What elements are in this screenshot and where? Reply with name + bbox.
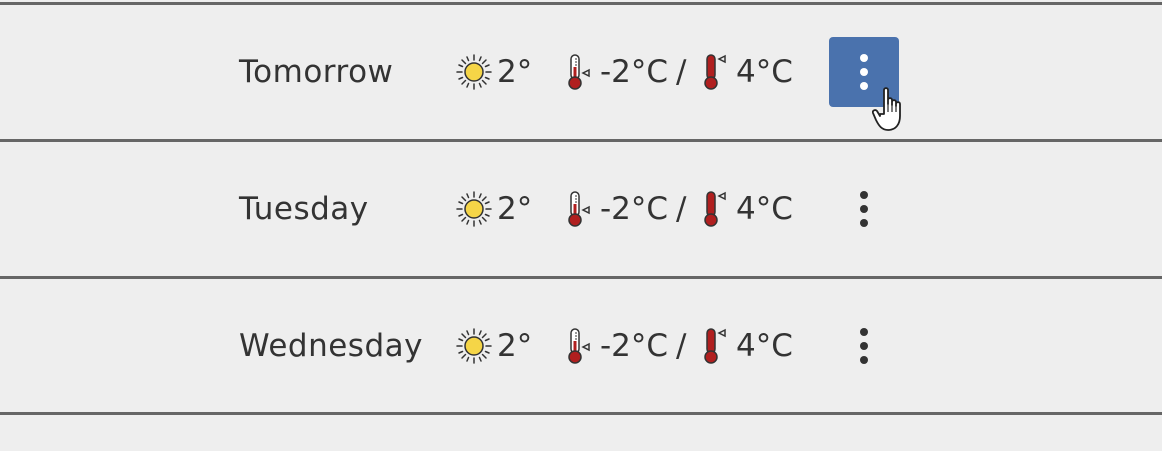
more-vertical-icon-dot	[860, 342, 868, 350]
temp-high: 4°C	[736, 328, 793, 364]
more-vertical-icon-dot	[860, 356, 868, 364]
more-vertical-icon	[860, 191, 868, 199]
uv-value: 2°	[497, 328, 533, 364]
temp-high: 4°C	[736, 54, 793, 90]
more-vertical-icon-dot	[860, 219, 868, 227]
more-vertical-icon-dot	[860, 205, 868, 213]
temp-low: -2°C	[600, 191, 669, 227]
temp-low: -2°C	[600, 328, 669, 364]
more-options-button[interactable]	[829, 174, 899, 244]
uv-value: 2°	[497, 191, 533, 227]
day-label: Tomorrow	[239, 54, 394, 90]
more-vertical-icon	[860, 54, 868, 62]
forecast-row-tomorrow: Tomorrow 2° -2°C / 4°C	[0, 5, 1162, 139]
more-options-button[interactable]	[829, 311, 899, 381]
thermometer-high-icon	[704, 54, 726, 90]
day-label: Wednesday	[239, 328, 423, 364]
temp-separator: /	[676, 191, 687, 227]
thermometer-low-icon	[568, 191, 590, 227]
more-vertical-icon-dot	[860, 68, 868, 76]
row-divider	[0, 412, 1162, 415]
thermometer-high-icon	[704, 191, 726, 227]
sun-icon	[456, 54, 492, 90]
temp-high: 4°C	[736, 191, 793, 227]
thermometer-low-icon	[568, 54, 590, 90]
thermometer-low-icon	[568, 328, 590, 364]
sun-icon	[456, 328, 492, 364]
more-options-button[interactable]	[829, 37, 899, 107]
uv-value: 2°	[497, 54, 533, 90]
temp-low: -2°C	[600, 54, 669, 90]
forecast-row-wednesday: Wednesday 2° -2°C / 4°C	[0, 279, 1162, 413]
temp-separator: /	[676, 54, 687, 90]
sun-icon	[456, 191, 492, 227]
more-vertical-icon	[860, 328, 868, 336]
forecast-row-tuesday: Tuesday 2° -2°C / 4°C	[0, 142, 1162, 276]
more-vertical-icon-dot	[860, 82, 868, 90]
temp-separator: /	[676, 328, 687, 364]
day-label: Tuesday	[239, 191, 369, 227]
thermometer-high-icon	[704, 328, 726, 364]
